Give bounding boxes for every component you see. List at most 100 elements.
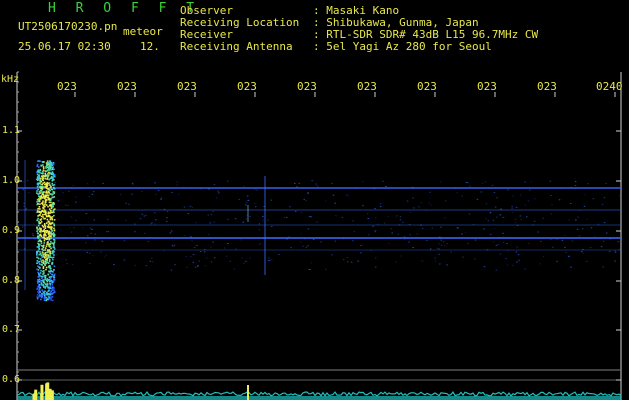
noise-speck	[54, 182, 56, 184]
meteor-pixel	[48, 260, 51, 263]
noise-speck	[608, 250, 611, 252]
meteor-pixel	[46, 160, 49, 163]
noise-speck	[243, 186, 245, 188]
noise-speck	[342, 238, 345, 240]
meteor-pixel	[42, 216, 44, 218]
meteor-pixel	[43, 242, 46, 244]
noise-speck	[379, 203, 382, 205]
noise-speck	[207, 214, 209, 216]
meteor-pixel	[53, 273, 56, 276]
meteor-pixel	[42, 293, 45, 296]
meteor-pixel	[40, 187, 42, 190]
noise-speck	[151, 261, 154, 263]
meteor-pixel	[51, 263, 53, 265]
noise-speck	[165, 220, 168, 222]
noise-speck	[100, 251, 102, 253]
noise-speck	[374, 208, 376, 210]
meteor-pixel	[41, 178, 44, 180]
meteor-pixel	[48, 182, 51, 184]
noise-speck	[166, 211, 169, 213]
noise-speck	[187, 213, 190, 215]
meteor-pixel	[47, 254, 49, 257]
meteor-pixel	[39, 160, 41, 163]
noise-speck	[374, 266, 377, 268]
noise-speck	[464, 232, 467, 234]
noise-speck	[605, 232, 608, 234]
meteor-pixel	[47, 169, 49, 171]
meteor-pixel	[45, 212, 47, 215]
meteor-pixel	[42, 200, 44, 202]
meteor-pixel	[46, 238, 49, 240]
noise-speck	[245, 204, 247, 206]
noise-speck	[383, 222, 386, 224]
meteor-pixel	[51, 182, 54, 185]
noise-speck	[439, 263, 441, 265]
meteor-pixel	[39, 203, 41, 205]
meteor-pixel	[36, 268, 38, 271]
noise-speck	[286, 238, 288, 240]
meteor-pixel	[44, 254, 47, 257]
meteor-pixel	[39, 179, 42, 182]
time-label-6: 023	[357, 80, 377, 93]
meteor-pixel	[42, 213, 44, 216]
noise-speck	[225, 255, 228, 257]
noise-speck	[32, 235, 35, 237]
meteor-pixel	[46, 229, 49, 232]
meteor-pixel	[49, 160, 51, 162]
meteor-pixel	[40, 231, 42, 233]
meteor-pixel	[38, 274, 41, 277]
noise-floor-trace	[16, 390, 622, 398]
noise-speck	[276, 186, 278, 188]
noise-speck	[316, 185, 319, 187]
meteor-pixel	[49, 186, 52, 189]
meteor-pixel	[48, 249, 51, 251]
noise-speck	[462, 256, 464, 258]
noise-speck	[302, 245, 304, 247]
meteor-pixel	[39, 251, 41, 253]
noise-speck	[524, 181, 526, 183]
noise-speck	[341, 216, 343, 218]
meteor-pixel	[45, 165, 47, 168]
noise-speck	[89, 252, 91, 254]
noise-speck	[440, 239, 443, 241]
meteor-pixel	[47, 265, 50, 268]
meteor-pixel	[52, 166, 54, 169]
meteor-pixel	[46, 222, 48, 224]
noise-speck	[269, 260, 271, 262]
noise-speck	[430, 204, 432, 206]
noise-speck	[472, 223, 475, 225]
noise-speck	[426, 239, 428, 241]
noise-speck	[204, 265, 207, 267]
noise-speck	[288, 236, 290, 238]
meteor-pixel	[49, 252, 52, 255]
noise-speck	[335, 215, 337, 217]
noise-speck	[517, 254, 520, 256]
noise-speck	[600, 246, 603, 248]
noise-speck	[258, 244, 261, 246]
meteor-pixel	[53, 229, 56, 232]
noise-speck	[247, 200, 249, 202]
noise-speck	[374, 257, 377, 259]
meteor-pixel	[40, 229, 42, 231]
meteor-pixel	[41, 188, 44, 190]
meteor-pixel	[44, 172, 47, 175]
meteor-pixel	[52, 258, 54, 261]
noise-speck	[31, 233, 34, 235]
noise-speck	[160, 198, 162, 200]
noise-speck	[66, 263, 68, 265]
noise-speck	[45, 221, 48, 223]
meteor-pixel	[44, 195, 47, 198]
noise-speck	[438, 243, 440, 245]
noise-speck	[212, 241, 214, 243]
meteor-pixel	[51, 194, 53, 196]
noise-speck	[516, 261, 518, 263]
noise-speck	[565, 251, 567, 253]
meteor-pixel	[47, 173, 49, 175]
noise-speck	[150, 237, 152, 239]
meteor-pixel	[41, 176, 44, 178]
noise-speck	[603, 222, 606, 224]
noise-spike	[247, 385, 249, 400]
noise-speck	[421, 260, 424, 262]
meteor-pixel	[53, 168, 55, 171]
noise-speck	[227, 243, 229, 245]
